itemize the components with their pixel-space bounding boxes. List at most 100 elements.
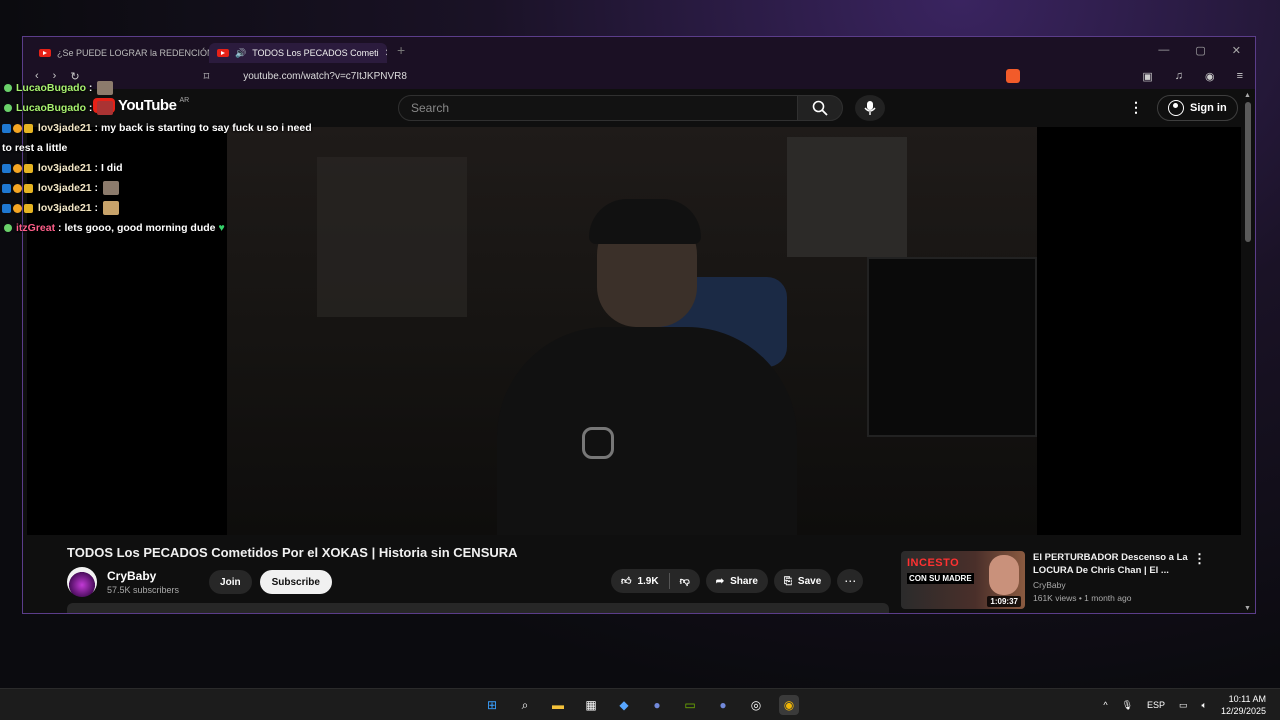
chat-overlay: LucaoBugado : LucaoBugado : lov3jade21 :…: [2, 78, 322, 238]
thumbnail-text-1: INCESTO: [907, 557, 960, 569]
save-label: Save: [797, 575, 822, 587]
minimize-button[interactable]: —: [1158, 44, 1169, 57]
recommended-title[interactable]: El PERTURBADOR Descenso a La LOCURA De C…: [1033, 551, 1193, 577]
badge-icon: [13, 203, 22, 213]
windows-start-icon[interactable]: ⊞: [482, 695, 502, 715]
chat-message: LucaoBugado :: [2, 78, 322, 98]
clock[interactable]: 10:11 AM 12/29/2025: [1221, 693, 1266, 717]
search-icon[interactable]: ⌕: [515, 695, 535, 715]
sign-in-label: Sign in: [1190, 102, 1227, 114]
discord-icon[interactable]: ●: [713, 695, 733, 715]
account-icon: [1168, 100, 1184, 116]
voice-search-button[interactable]: [855, 95, 885, 121]
emote-icon: [97, 81, 114, 96]
channel-name[interactable]: CryBaby: [107, 569, 179, 583]
share-icon: ➦: [715, 575, 725, 587]
mic-icon[interactable]: 🎙︎: [1122, 700, 1133, 711]
chat-username: itzGreat: [16, 222, 56, 234]
person-body: [497, 327, 797, 535]
tray-chevron-icon[interactable]: ^: [1103, 700, 1107, 710]
maximize-button[interactable]: ▢: [1195, 44, 1205, 57]
new-tab-button[interactable]: +: [397, 42, 405, 58]
recommended-meta: 161K views • 1 month ago: [1033, 593, 1132, 603]
network-icon[interactable]: ▭: [1179, 700, 1188, 711]
tab-bar: ¿Se PUEDE LOGRAR la REDENCIÓN? 🔊 TODOS L…: [23, 37, 1255, 63]
person-hair: [589, 199, 701, 244]
more-actions-button[interactable]: ⋯: [837, 569, 864, 593]
media-icon[interactable]: ♫: [1175, 70, 1183, 82]
recommended-thumbnail[interactable]: INCESTO CON SU MADRE 1:09:37: [901, 551, 1025, 609]
chat-username: lov3jade21: [37, 182, 92, 194]
emote-icon: [97, 101, 114, 116]
badge-icon: [2, 203, 11, 213]
obs-icon[interactable]: ◎: [746, 695, 766, 715]
tab-redencion[interactable]: ¿Se PUEDE LOGRAR la REDENCIÓN?: [31, 43, 209, 63]
sign-in-button[interactable]: Sign in: [1157, 95, 1238, 121]
recommended-video[interactable]: INCESTO CON SU MADRE 1:09:37 El PERTURBA…: [901, 551, 1201, 609]
emote-icon: [102, 201, 119, 216]
save-icon: ⎘: [783, 575, 792, 587]
settings-kebab-icon[interactable]: ⋮: [1129, 99, 1143, 116]
badge-icon: [2, 183, 11, 193]
store-icon[interactable]: ▦: [581, 695, 601, 715]
badge-icon: [24, 183, 33, 193]
share-label: Share: [730, 575, 758, 587]
background-monitor: [867, 257, 1037, 437]
time: 10:11 AM: [1228, 694, 1266, 704]
green-heart-icon: ♥: [218, 222, 225, 234]
like-dislike-group: 👍︎ 1.9K 👎︎: [611, 569, 700, 593]
volume-icon[interactable]: 🔈︎: [1202, 700, 1207, 711]
status-dot-icon: [4, 104, 12, 113]
nvidia-icon[interactable]: ▭: [680, 695, 700, 715]
badge-icon: [13, 123, 22, 133]
background-window: [787, 137, 907, 257]
tab-label: ¿Se PUEDE LOGRAR la REDENCIÓN?: [57, 48, 209, 58]
tab-pecados[interactable]: 🔊 TODOS Los PECADOS Cometi ✕: [209, 43, 387, 63]
scroll-down-icon[interactable]: ▼: [1244, 605, 1251, 612]
chat-username: LucaoBugado: [16, 82, 86, 94]
file-explorer-icon[interactable]: ▬: [548, 695, 568, 715]
save-button[interactable]: ⎘ Save: [773, 569, 832, 593]
video-info: TODOS Los PECADOS Cometidos Por el XOKAS…: [23, 535, 1241, 613]
brave-shield-icon[interactable]: [1006, 69, 1021, 83]
share-button[interactable]: ➦ Share: [705, 569, 768, 593]
menu-icon[interactable]: ≡: [1237, 70, 1243, 82]
discord-badge-icon[interactable]: ●: [647, 695, 667, 715]
emote-icon: [102, 181, 119, 196]
description-box[interactable]: [67, 603, 889, 613]
language-indicator[interactable]: ESP: [1147, 700, 1165, 710]
badge-icon: [2, 123, 11, 133]
chat-message: lov3jade21 :: [2, 198, 322, 218]
status-dot-icon: [4, 224, 12, 233]
audio-icon: 🔊: [235, 47, 247, 58]
chrome-icon[interactable]: ◉: [779, 695, 799, 715]
chat-message: LucaoBugado :: [2, 98, 322, 118]
channel-row: CryBaby 57.5K subscribers Join Subscribe: [67, 567, 332, 597]
page-scrollbar[interactable]: ▲ ▼: [1244, 92, 1251, 612]
join-button[interactable]: Join: [209, 570, 252, 594]
subscribe-button[interactable]: Subscribe: [259, 570, 332, 594]
youtube-favicon-icon: [217, 49, 229, 57]
app-icon[interactable]: ◆: [614, 695, 634, 715]
chat-text: lets gooo, good morning dude: [64, 222, 216, 234]
search-input[interactable]: Search: [398, 95, 798, 121]
chat-text: I did: [100, 162, 123, 174]
scrollbar-thumb[interactable]: [1245, 102, 1251, 242]
youtube-favicon-icon: [39, 49, 51, 57]
chat-username: lov3jade21: [37, 162, 92, 174]
search-button[interactable]: [797, 95, 843, 121]
video-actions: 👍︎ 1.9K 👎︎ ➦ Share ⎘ Save ⋯: [611, 569, 864, 593]
video-duration: 1:09:37: [987, 596, 1021, 607]
extensions-icon[interactable]: ◉: [1205, 70, 1215, 83]
channel-avatar[interactable]: [67, 567, 97, 597]
sidebar-icon[interactable]: ▣: [1142, 70, 1152, 83]
hoodie-logo-icon: [582, 427, 614, 459]
dislike-icon[interactable]: 👎︎: [680, 575, 690, 587]
like-icon[interactable]: 👍︎: [621, 575, 631, 587]
recommended-menu-icon[interactable]: ⋮: [1193, 551, 1206, 567]
scroll-up-icon[interactable]: ▲: [1244, 92, 1251, 99]
close-window-button[interactable]: ✕: [1232, 44, 1241, 57]
close-tab-icon[interactable]: ✕: [385, 48, 387, 59]
chat-username: lov3jade21: [37, 122, 92, 134]
like-count[interactable]: 1.9K: [637, 576, 658, 587]
